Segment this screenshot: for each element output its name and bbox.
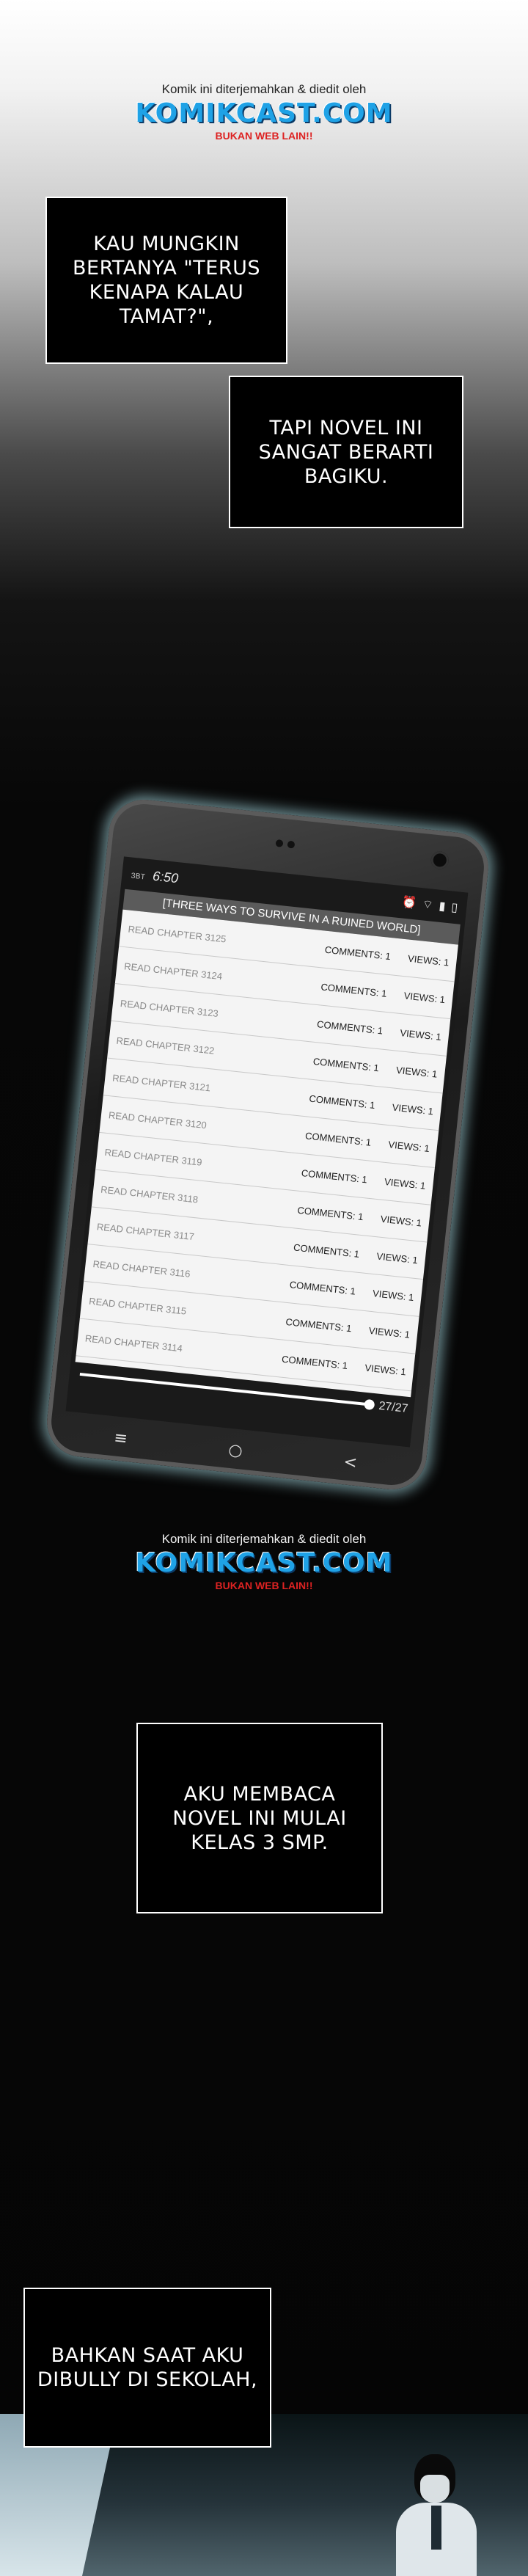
chapter-title[interactable]: READ CHAPTER 3114 (84, 1332, 268, 1362)
speaker-icon (274, 836, 326, 849)
smartphone: 3BT 6:50 ⏰ ⌔ ▮ ▯ [THREE WAYS TO SURVIVE … (43, 796, 492, 1493)
chapter-views: VIEWS: 1 (380, 1213, 422, 1228)
chapter-title[interactable]: READ CHAPTER 3116 (92, 1258, 276, 1288)
chapter-title[interactable]: READ CHAPTER 3119 (104, 1146, 287, 1176)
chapter-title[interactable]: READ CHAPTER 3118 (100, 1183, 284, 1214)
chapter-title[interactable]: READ CHAPTER 3117 (96, 1221, 279, 1251)
chapter-comments: COMMENTS: 1 (320, 980, 388, 999)
phone-illustration: 3BT 6:50 ⏰ ⌔ ▮ ▯ [THREE WAYS TO SURVIVE … (43, 796, 492, 1504)
chapter-comments: COMMENTS: 1 (304, 1129, 372, 1148)
chapter-title[interactable]: READ CHAPTER 3121 (112, 1072, 296, 1102)
watermark-middle: Komik ini diterjemahkan & diedit oleh KO… (117, 1532, 411, 1591)
chapter-title[interactable]: READ CHAPTER 3125 (128, 923, 311, 953)
watermark-tagline: BUKAN WEB LAIN!! (215, 130, 313, 142)
camera-icon (430, 850, 450, 870)
chapter-comments: COMMENTS: 1 (293, 1241, 360, 1260)
chapter-title[interactable]: READ CHAPTER 3120 (108, 1109, 291, 1139)
chapter-views: VIEWS: 1 (399, 1026, 442, 1043)
chapter-comments: COMMENTS: 1 (324, 944, 392, 962)
chapter-views: VIEWS: 1 (387, 1138, 430, 1154)
chapter-comments: COMMENTS: 1 (316, 1018, 384, 1037)
wifi-icon: ⌔ (421, 897, 434, 912)
chapter-views: VIEWS: 1 (384, 1175, 427, 1192)
carrier-label: 3BT (130, 872, 146, 883)
clock: 6:50 (152, 868, 180, 886)
chapter-title[interactable]: READ CHAPTER 3115 (89, 1295, 272, 1325)
alarm-icon: ⏰ (401, 894, 417, 911)
chapter-comments: COMMENTS: 1 (285, 1316, 353, 1334)
phone-screen: 3BT 6:50 ⏰ ⌔ ▮ ▯ [THREE WAYS TO SURVIVE … (65, 856, 469, 1448)
chapter-views: VIEWS: 1 (395, 1064, 439, 1080)
watermark-credit: Komik ini diterjemahkan & diedit oleh (161, 1532, 367, 1546)
menu-icon[interactable]: ≡ (113, 1429, 128, 1448)
chapter-list: READ CHAPTER 3125 COMMENTS: 1 VIEWS: 1 R… (75, 909, 458, 1398)
page-counter: 27/27 (378, 1399, 409, 1415)
chapter-comments: COMMENTS: 1 (289, 1278, 356, 1297)
caption-box-3: AKU MEMBACA NOVEL INI MULAI KELAS 3 SMP. (136, 1723, 383, 1913)
chapter-views: VIEWS: 1 (368, 1324, 411, 1340)
chapter-title[interactable]: READ CHAPTER 3122 (116, 1035, 299, 1065)
chapter-title[interactable]: READ CHAPTER 3124 (124, 960, 307, 990)
chapter-comments: COMMENTS: 1 (312, 1055, 380, 1073)
chapter-comments: COMMENTS: 1 (301, 1167, 368, 1185)
watermark-logo: KOMIKCAST.COM (135, 98, 393, 128)
signal-icon: ▮ (438, 898, 447, 913)
watermark-top: Komik ini diterjemahkan & diedit oleh KO… (117, 82, 411, 142)
caption-box-1: KAU MUNGKIN BERTANYA "TERUS KENAPA KALAU… (45, 197, 287, 364)
student-face (420, 2475, 450, 2503)
student-tie (431, 2506, 441, 2550)
chapter-views: VIEWS: 1 (372, 1287, 415, 1303)
chapter-comments: COMMENTS: 1 (281, 1353, 348, 1371)
home-icon[interactable]: ○ (227, 1440, 243, 1460)
chapter-comments: COMMENTS: 1 (308, 1092, 376, 1111)
chapter-views: VIEWS: 1 (375, 1249, 419, 1266)
watermark-tagline: BUKAN WEB LAIN!! (215, 1580, 313, 1591)
progress-handle[interactable] (364, 1398, 375, 1411)
chapter-views: VIEWS: 1 (364, 1362, 407, 1377)
battery-icon: ▯ (450, 900, 459, 915)
student-figure (392, 2454, 480, 2576)
watermark-credit: Komik ini diterjemahkan & diedit oleh (161, 82, 367, 96)
chapter-title[interactable]: READ CHAPTER 3123 (120, 997, 303, 1027)
chapter-views: VIEWS: 1 (407, 952, 450, 968)
watermark-logo: KOMIKCAST.COM (135, 1548, 393, 1578)
caption-box-2: TAPI NOVEL INI SANGAT BERARTI BAGIKU. (229, 376, 463, 528)
chapter-comments: COMMENTS: 1 (296, 1204, 364, 1222)
chapter-views: VIEWS: 1 (403, 989, 446, 1005)
caption-box-4: BAHKAN SAAT AKU DIBULLY DI SEKOLAH, (23, 2288, 271, 2448)
chapter-views: VIEWS: 1 (392, 1101, 434, 1117)
back-icon[interactable]: < (342, 1453, 358, 1473)
